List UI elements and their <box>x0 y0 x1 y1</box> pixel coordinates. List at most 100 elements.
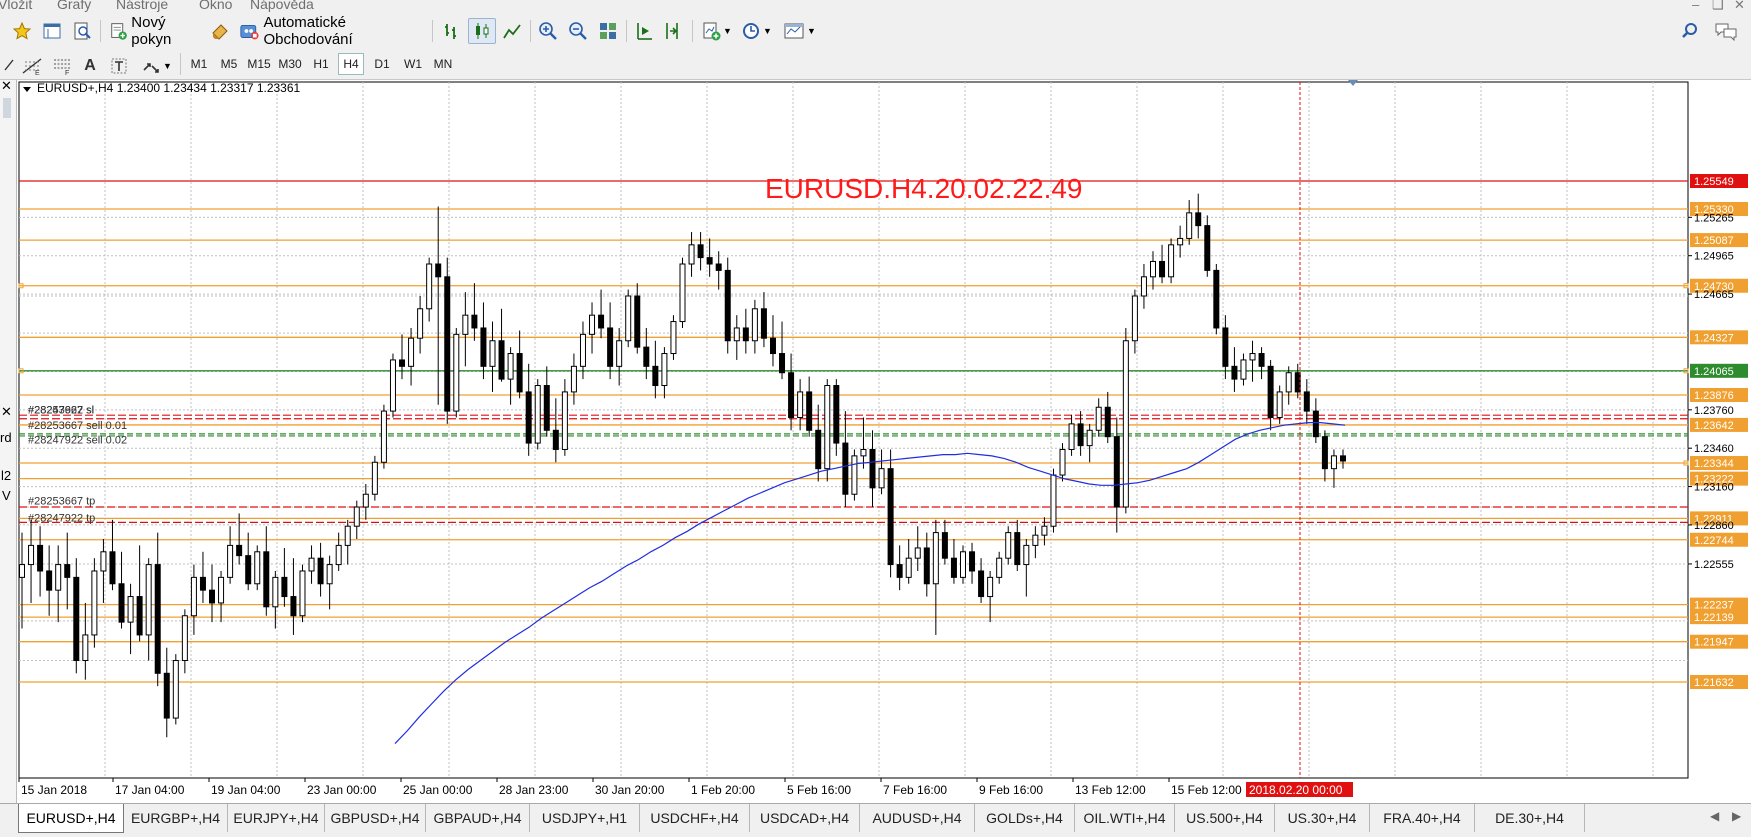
periodicity-icon[interactable]: ▼ <box>736 18 776 44</box>
timeframe-d1-button[interactable]: D1 <box>369 53 395 75</box>
candle-body <box>181 615 188 662</box>
candle-body <box>534 385 541 444</box>
data-window-icon[interactable] <box>38 18 66 44</box>
timeframe-h1-button[interactable]: H1 <box>308 53 334 75</box>
search-icon[interactable] <box>1676 18 1704 44</box>
indicators-icon[interactable]: ▼ <box>696 18 734 44</box>
chart-tab[interactable]: EURJPY+,H4 <box>228 804 325 832</box>
navigator-icon[interactable] <box>68 18 96 44</box>
candle-body <box>408 337 415 367</box>
chart-tab[interactable]: USDCHF+,H4 <box>640 804 750 832</box>
candle-body <box>380 410 387 463</box>
menu-item[interactable]: Nástroje <box>116 0 168 12</box>
chart-tab[interactable]: US.500+,H4 <box>1175 804 1275 832</box>
chart-tab[interactable]: GOLDs+,H4 <box>975 804 1075 832</box>
new-order-label: Nový pokyn <box>131 14 172 48</box>
timeframe-m30-button[interactable]: M30 <box>277 53 303 75</box>
minimize-window-button[interactable]: – <box>1692 0 1699 12</box>
chevron-right-icon[interactable]: ▶ <box>1732 809 1741 823</box>
chat-icon[interactable] <box>1710 18 1742 44</box>
close-panel-icon[interactable]: ✕ <box>1 404 12 420</box>
menu-item[interactable]: Nápověda <box>250 0 314 12</box>
fibonacci-icon[interactable]: E <box>18 53 46 79</box>
text-icon[interactable]: A <box>78 53 102 79</box>
tile-windows-icon[interactable] <box>594 18 622 44</box>
candle-body <box>779 353 786 374</box>
candle-body <box>860 448 867 457</box>
timeframe-mn-button[interactable]: MN <box>430 53 456 75</box>
line-chart-icon[interactable] <box>498 18 526 44</box>
templates-icon[interactable]: ▼ <box>778 18 820 44</box>
chart-tab[interactable]: OIL.WTI+,H4 <box>1075 804 1175 832</box>
new-order-button[interactable]: Nový pokyn <box>106 14 204 48</box>
candle-body <box>19 564 25 578</box>
candle-body <box>435 263 442 278</box>
svg-text:F: F <box>65 70 69 76</box>
candlestick-icon[interactable] <box>468 18 496 44</box>
candle-body <box>1168 244 1175 278</box>
candle-body <box>769 337 776 355</box>
timeframe-w1-button[interactable]: W1 <box>400 53 426 75</box>
candle-body <box>869 448 876 489</box>
panel-scroll-thumb[interactable] <box>3 98 11 118</box>
menu-bar: Vložit Grafy Nástroje Okno Nápověda <box>0 0 1751 14</box>
candle-body <box>1041 525 1048 536</box>
close-window-button[interactable]: ✕ <box>1734 0 1745 13</box>
timeframe-h4-button[interactable]: H4 <box>338 53 364 75</box>
candle-body <box>1222 327 1229 367</box>
candle-body <box>281 576 288 598</box>
candle-body <box>959 551 966 578</box>
chart-tab[interactable]: FRA.40+,H4 <box>1370 804 1475 832</box>
auto-scroll-icon[interactable] <box>630 18 658 44</box>
chart-tab[interactable]: GBPUSD+,H4 <box>325 804 426 832</box>
candle-body <box>914 547 921 559</box>
candle-body <box>335 544 342 566</box>
candle-body <box>118 583 125 623</box>
candle-body <box>833 385 840 444</box>
candle-body <box>561 391 568 450</box>
restore-window-button[interactable]: ❑ <box>1712 0 1724 13</box>
chart-window[interactable]: 1.25549 1.25330 1.25265 1.25087 1.24965 1.247… <box>0 80 1751 803</box>
candle-body <box>263 551 270 608</box>
chart-tab[interactable]: USDCAD+,H4 <box>750 804 860 832</box>
chart-tab[interactable]: DE.30+,H4 <box>1475 804 1585 832</box>
metaeditor-icon[interactable] <box>206 18 234 44</box>
chart-tab[interactable]: AUDUSD+,H4 <box>860 804 975 832</box>
timeframe-m15-button[interactable]: M15 <box>246 53 272 75</box>
channel-icon[interactable]: F <box>48 53 76 79</box>
candle-body <box>1240 359 1247 380</box>
arrows-icon[interactable]: ▼ <box>136 53 176 79</box>
chart-tab[interactable]: GBPAUD+,H4 <box>426 804 530 832</box>
menu-item[interactable]: Okno <box>199 0 232 12</box>
menu-item[interactable]: Vložit <box>0 0 32 12</box>
chevron-down-icon: ▼ <box>163 61 172 71</box>
candle-body <box>1014 532 1021 566</box>
auto-trading-icon <box>240 24 259 40</box>
favorites-icon[interactable] <box>8 18 36 44</box>
timeframe-m5-button[interactable]: M5 <box>216 53 242 75</box>
candle-body <box>950 557 957 578</box>
toolbar-separator <box>432 20 433 42</box>
timeframe-m1-button[interactable]: M1 <box>186 53 212 75</box>
candle-body <box>733 327 740 342</box>
left-strip-text: l2 <box>1 468 12 483</box>
chart-tab[interactable]: US.30+,H4 <box>1275 804 1370 832</box>
chart-tab[interactable]: EURUSD+,H4 <box>18 804 124 833</box>
bar-chart-icon[interactable] <box>438 18 466 44</box>
menu-item[interactable]: Grafy <box>57 0 91 12</box>
candle-body <box>760 308 767 339</box>
auto-trading-button[interactable]: Automatické Obchodování <box>236 14 428 48</box>
chart-shift-icon[interactable] <box>660 18 688 44</box>
close-panel-icon[interactable]: ✕ <box>1 80 12 94</box>
cursor-icon[interactable] <box>2 53 16 79</box>
price-chart[interactable]: 1.255491.253301.252651.250871.249651.247… <box>0 80 1751 803</box>
price-label: 1.24665 <box>1694 289 1734 301</box>
candle-body <box>589 314 596 335</box>
text-label-icon[interactable] <box>106 53 132 79</box>
chart-tab[interactable]: EURGBP+,H4 <box>124 804 228 832</box>
price-label: 1.25265 <box>1694 212 1734 224</box>
chart-tab[interactable]: USDJPY+,H1 <box>530 804 640 832</box>
zoom-out-icon[interactable] <box>564 18 592 44</box>
zoom-in-icon[interactable] <box>534 18 562 44</box>
chevron-left-icon[interactable]: ◀ <box>1710 809 1719 823</box>
